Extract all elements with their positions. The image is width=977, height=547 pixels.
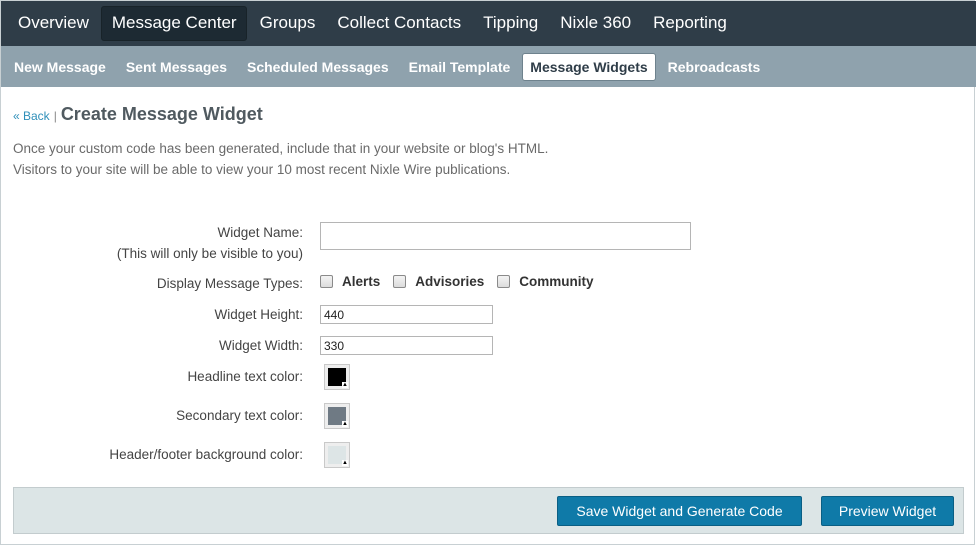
header-footer-color-label: Header/footer background color:	[109, 447, 303, 462]
save-generate-button[interactable]: Save Widget and Generate Code	[557, 496, 802, 526]
headline-color-label: Headline text color:	[187, 369, 303, 384]
sub-nav-sent-messages[interactable]: Sent Messages	[118, 54, 235, 80]
preview-widget-button[interactable]: Preview Widget	[821, 496, 954, 526]
action-bar: Save Widget and Generate Code Preview Wi…	[13, 487, 964, 534]
alerts-checkbox-label: Alerts	[342, 274, 381, 289]
advisories-checkbox-label: Advisories	[415, 274, 485, 289]
top-nav-tipping[interactable]: Tipping	[473, 7, 547, 40]
widget-height-label: Widget Height:	[214, 307, 303, 322]
header-footer-color-picker[interactable]: ▲	[324, 442, 350, 468]
page-title: Create Message Widget	[60, 104, 263, 124]
top-nav-collect-contacts[interactable]: Collect Contacts	[327, 7, 470, 40]
alerts-checkbox[interactable]	[320, 275, 333, 288]
widget-name-label-text: Widget Name:	[217, 225, 303, 240]
sub-nav-new-message[interactable]: New Message	[6, 54, 114, 80]
intro-line-1: Once your custom code has been generated…	[13, 141, 549, 156]
color-picker-arrow-icon: ▲	[342, 382, 348, 388]
breadcrumb-separator: |	[53, 109, 57, 123]
sub-nav-rebroadcasts[interactable]: Rebroadcasts	[660, 54, 769, 80]
sub-nav-email-template[interactable]: Email Template	[401, 54, 519, 80]
sub-nav-message-widgets[interactable]: Message Widgets	[522, 52, 656, 81]
top-nav-nixle-360[interactable]: Nixle 360	[550, 7, 640, 40]
widget-width-label: Widget Width:	[218, 338, 303, 353]
back-link[interactable]: « Back	[13, 109, 50, 123]
top-nav-groups[interactable]: Groups	[250, 7, 325, 40]
sub-nav: New Message Sent Messages Scheduled Mess…	[1, 46, 976, 87]
top-nav-message-center[interactable]: Message Center	[100, 6, 247, 41]
advisories-checkbox[interactable]	[393, 275, 407, 288]
page-header: « Back | Create Message Widget	[13, 104, 263, 125]
widget-width-input[interactable]	[320, 336, 493, 355]
message-types-label: Display Message Types:	[156, 276, 303, 291]
top-nav-overview[interactable]: Overview	[8, 7, 98, 40]
widget-height-input[interactable]	[320, 305, 493, 324]
intro-text: Once your custom code has been generated…	[13, 138, 548, 180]
message-types-group: Alerts Advisories Community	[320, 274, 607, 289]
community-checkbox-label: Community	[519, 274, 594, 289]
sub-nav-scheduled-messages[interactable]: Scheduled Messages	[239, 54, 397, 80]
secondary-color-label: Secondary text color:	[176, 408, 303, 423]
color-picker-arrow-icon: ▲	[342, 421, 348, 427]
intro-line-2: Visitors to your site will be able to vi…	[13, 162, 511, 177]
headline-color-picker[interactable]: ▲	[324, 364, 350, 390]
community-checkbox[interactable]	[497, 275, 511, 288]
top-nav: Overview Message Center Groups Collect C…	[1, 1, 976, 46]
widget-name-input[interactable]	[320, 222, 691, 250]
top-nav-reporting[interactable]: Reporting	[643, 7, 736, 40]
widget-name-note: (This will only be visible to you)	[116, 246, 303, 261]
widget-name-label: Widget Name: (This will only be visible …	[117, 222, 303, 264]
color-picker-arrow-icon: ▲	[342, 460, 348, 466]
secondary-color-picker[interactable]: ▲	[324, 403, 350, 429]
